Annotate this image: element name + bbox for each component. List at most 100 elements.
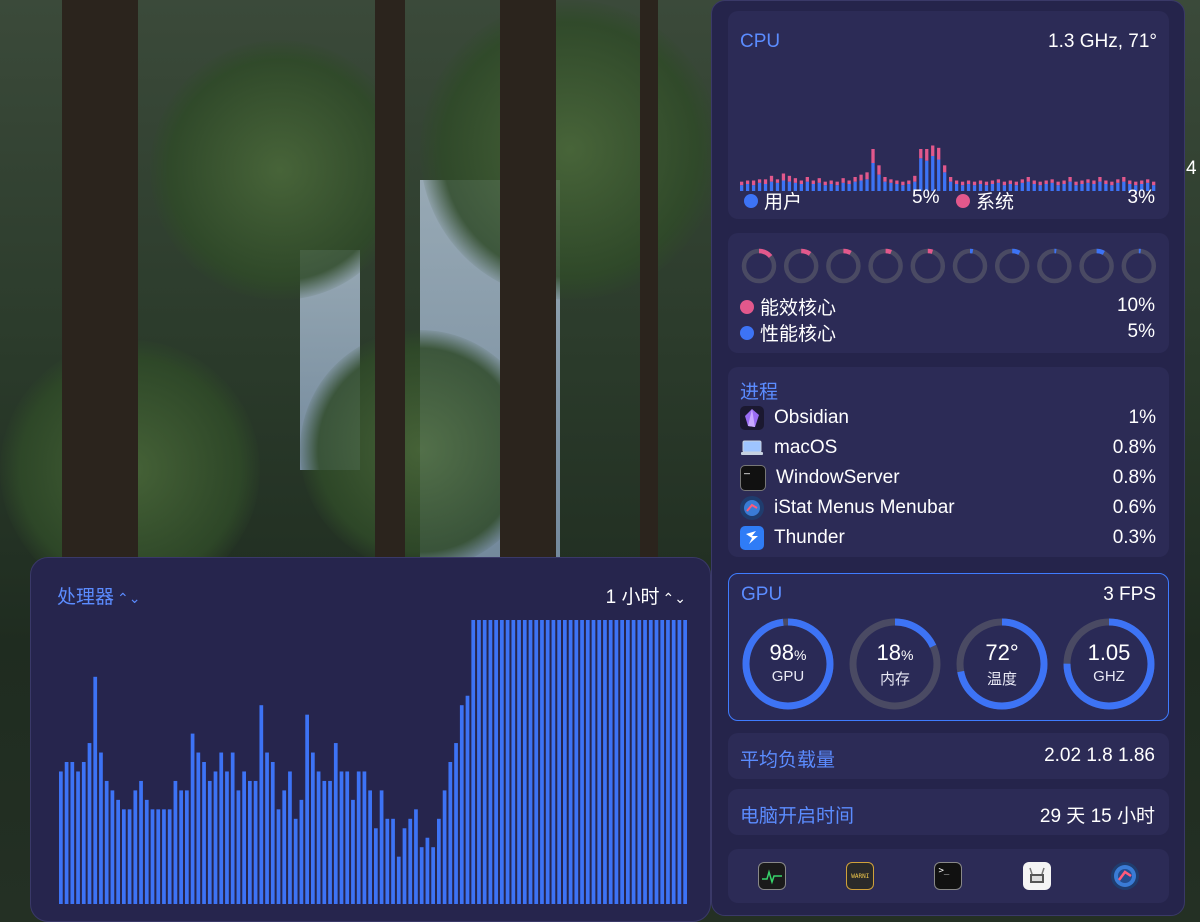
process-row[interactable]: Obsidian 1% — [740, 405, 1158, 431]
processor-history-bar — [351, 799, 355, 904]
processor-selector[interactable]: 处理器 ⌃⌄ — [57, 582, 140, 609]
processor-history-panel: 处理器 ⌃⌄ 1 小时 ⌃⌄ — [30, 557, 711, 922]
process-row[interactable]: macOS 0.8% — [740, 435, 1158, 461]
processor-history-bar — [379, 790, 384, 904]
cpu-system-bar — [1152, 181, 1156, 186]
processor-history-bar — [683, 620, 687, 904]
process-row[interactable]: iStat Menus Menubar 0.6% — [740, 495, 1158, 521]
processor-history-bar — [522, 620, 527, 904]
cpu-system-bar — [925, 149, 929, 161]
cpu-user-value: 5% — [912, 187, 940, 208]
cpu-system-legend: 系统 — [956, 187, 1014, 214]
processor-history-bar — [213, 771, 218, 904]
cores-card[interactable]: 能效核心 10% 性能核心 5% — [728, 233, 1169, 353]
processor-history-bar — [293, 818, 298, 904]
cpu-system-bar — [1074, 181, 1078, 186]
cpu-system-bar — [883, 177, 887, 182]
cpu-user-bar — [859, 180, 863, 191]
cpu-system-bar — [1092, 180, 1096, 184]
cpu-system-bar — [1104, 180, 1108, 184]
gpu-fps: 3 FPS — [1103, 584, 1156, 605]
cpu-system-bar — [1044, 180, 1048, 184]
cpu-system-bar — [1020, 179, 1024, 183]
processor-history-bar — [259, 705, 264, 904]
performance-cores-value: 5% — [1127, 321, 1155, 342]
processor-history-bar — [574, 620, 579, 904]
cpu-system-bar — [990, 180, 995, 184]
processor-history-bar — [64, 762, 69, 904]
processor-history-bar — [563, 620, 567, 904]
processor-history-bar — [333, 743, 338, 904]
gpu-usage-gauge: 98% GPU — [740, 616, 836, 712]
processor-history-bar — [59, 771, 63, 904]
process-cpu-value: 0.8% — [1112, 437, 1156, 458]
processor-history-bar — [637, 620, 642, 904]
time-range-selector[interactable]: 1 小时 ⌃⌄ — [606, 582, 686, 609]
cpu-user-bar — [901, 185, 905, 191]
obsidian-icon — [740, 406, 764, 430]
processor-history-chart — [59, 620, 687, 904]
load-average-card[interactable]: 平均负载量 2.02 1.8 1.86 — [728, 733, 1169, 779]
app-shortcuts-bar: WARNI >_ — [728, 849, 1169, 903]
processor-history-bar — [156, 809, 161, 904]
processor-history-bar — [448, 762, 453, 904]
process-row[interactable]: WindowServer 0.8% — [740, 465, 1158, 491]
processor-history-bar — [116, 799, 120, 904]
activity-monitor-icon[interactable] — [758, 862, 787, 890]
performance-cores-legend: 性能核心 — [740, 319, 836, 346]
processor-history-bar — [362, 771, 367, 904]
istat-menus-icon[interactable] — [1110, 862, 1139, 890]
uptime-card[interactable]: 电脑开启时间 29 天 15 小时 — [728, 789, 1169, 835]
core-ring-track — [994, 248, 1030, 284]
cpu-user-bar — [1044, 184, 1048, 191]
cpu-user-bar — [841, 182, 845, 191]
processor-history-bar — [236, 790, 241, 904]
gpu-memory-gauge: 18% 内存 — [847, 616, 943, 712]
cpu-system-bar — [895, 180, 899, 184]
cpu-user-bar — [1050, 182, 1054, 191]
gpu-frequency-gauge: 1.05 GHZ — [1061, 616, 1157, 712]
processor-history-bar — [505, 620, 510, 904]
processor-history-bar — [482, 620, 487, 904]
core-ring-track — [826, 248, 861, 284]
processes-title: 进程 — [740, 382, 779, 403]
cpu-system-bar — [919, 149, 923, 159]
core-ring-track — [1121, 248, 1157, 284]
process-cpu-value: 0.3% — [1112, 527, 1156, 548]
processor-history-bar — [196, 752, 201, 904]
processor-history-bar — [322, 780, 327, 904]
cpu-system-bar — [787, 175, 792, 182]
processor-history-bar — [374, 828, 378, 904]
cpu-system-bar — [996, 179, 1001, 183]
processor-history-bar — [144, 799, 149, 904]
tree-trunk — [375, 0, 405, 560]
processor-history-bar — [500, 620, 504, 904]
processor-history-bar — [173, 780, 178, 904]
processor-history-bar — [150, 809, 155, 904]
cpu-user-bar — [1020, 182, 1024, 191]
processor-history-bar — [311, 752, 315, 904]
cpu-system-bar — [1068, 177, 1072, 182]
cpu-system-bar — [943, 165, 947, 173]
system-info-icon[interactable] — [1022, 862, 1051, 890]
terminal-icon[interactable]: >_ — [934, 862, 963, 890]
cpu-system-bar — [949, 177, 953, 182]
cpu-user-bar — [1014, 185, 1018, 191]
cpu-system-bar — [1110, 181, 1114, 186]
processor-history-bar — [248, 780, 252, 904]
gpu-card[interactable]: GPU 3 FPS 98% GPU 18% 内存 72° 温度 1.05 GHZ — [728, 573, 1169, 721]
processor-history-bar — [139, 780, 143, 904]
cpu-user-bar — [1032, 184, 1036, 191]
processor-history-bar — [167, 809, 172, 904]
cpu-system-bar — [907, 180, 911, 184]
cpu-system-bar — [1008, 180, 1012, 184]
console-icon[interactable]: WARNI — [846, 862, 875, 890]
cpu-card[interactable]: CPU 1.3 GHz, 71° 用户 5% 系统 3% — [728, 11, 1169, 219]
gpu-temperature-gauge: 72° 温度 — [954, 616, 1050, 712]
updown-chevron-icon: ⌃⌄ — [117, 590, 141, 606]
processor-history-bar — [494, 620, 498, 904]
process-row[interactable]: Thunder 0.3% — [740, 525, 1158, 551]
load-average-title: 平均负载量 — [740, 750, 836, 771]
processor-history-bar — [545, 620, 550, 904]
cpu-system-bar — [751, 180, 756, 186]
